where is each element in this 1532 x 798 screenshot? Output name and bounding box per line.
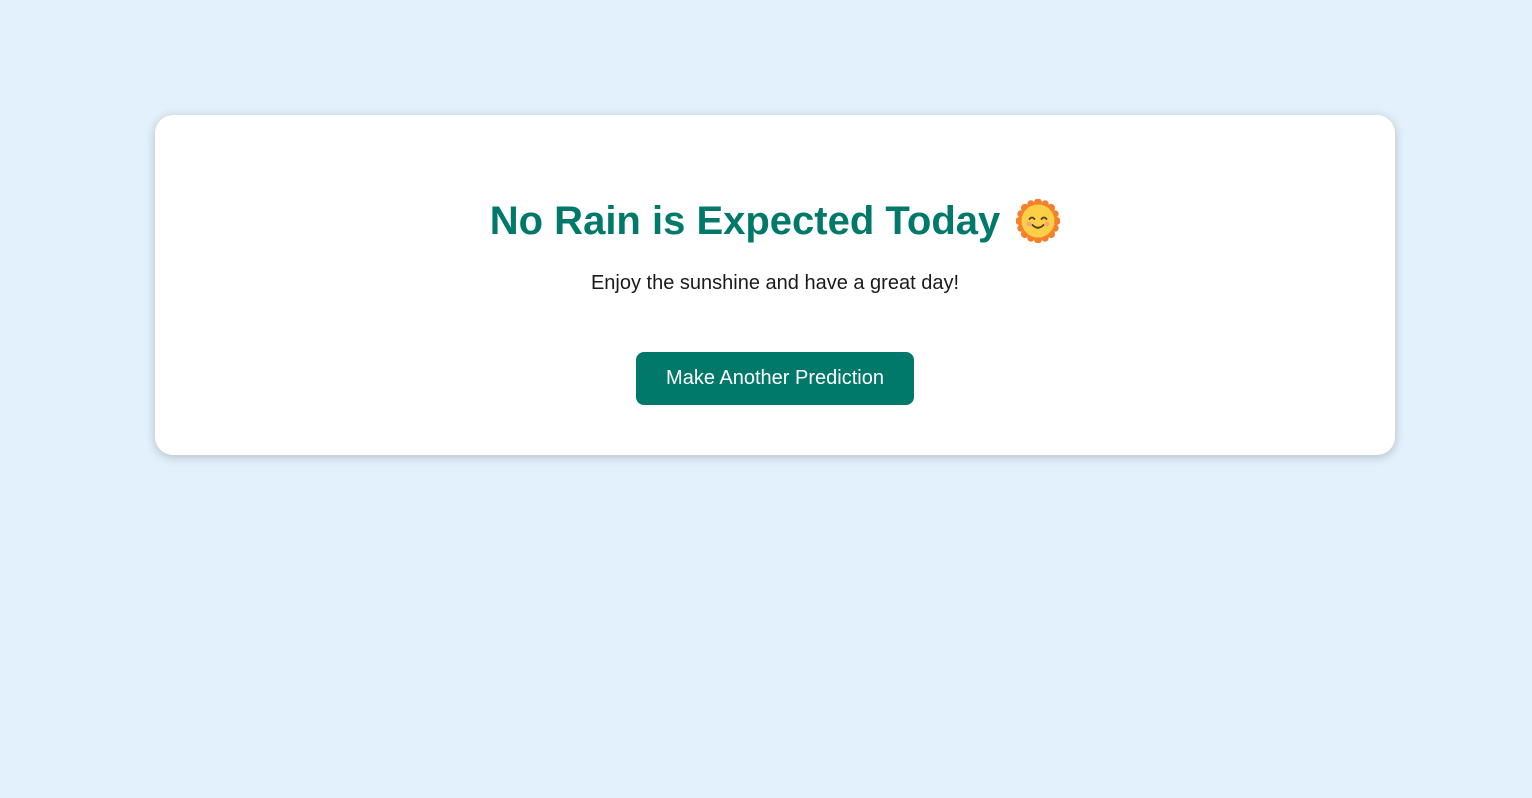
result-subtitle: Enjoy the sunshine and have a great day! xyxy=(590,272,960,294)
make-another-prediction-button[interactable]: Make Another Prediction xyxy=(636,352,914,405)
result-headline: No Rain is Expected Today xyxy=(155,195,1395,247)
headline-text: No Rain is Expected Today xyxy=(489,199,1001,243)
smiling-sun-icon xyxy=(1016,199,1061,243)
page: No Rain is Expected Today Enjoy the suns… xyxy=(0,0,1532,798)
result-card: No Rain is Expected Today Enjoy the suns… xyxy=(155,115,1395,455)
